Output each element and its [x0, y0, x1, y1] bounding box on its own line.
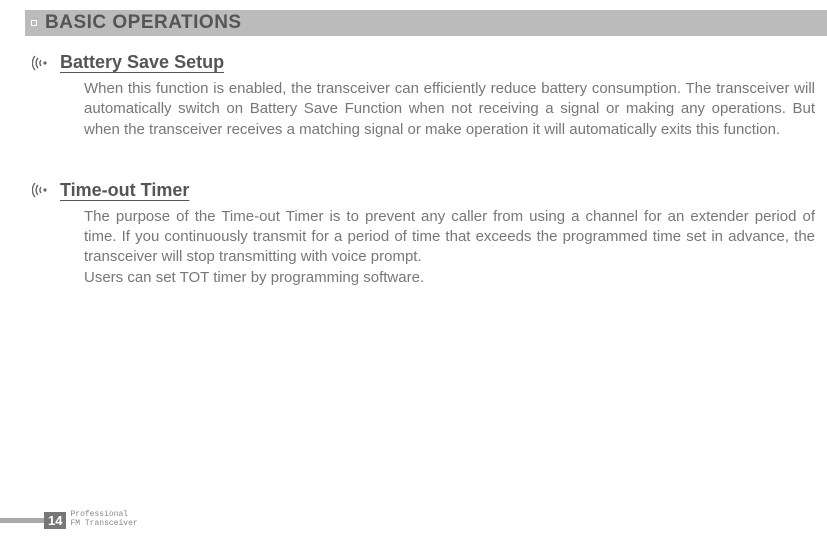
section-header: Time-out Timer	[58, 180, 815, 201]
section-body: When this function is enabled, the trans…	[84, 79, 815, 140]
section-battery-save: Battery Save Setup When this function is…	[58, 52, 815, 140]
section-body: The purpose of the Time-out Timer is to …	[84, 207, 815, 288]
section-title: Time-out Timer	[60, 180, 189, 201]
content-area: Battery Save Setup When this function is…	[58, 52, 815, 328]
footer-bar-icon	[0, 518, 44, 523]
header-bar: BASIC OPERATIONS	[25, 10, 827, 36]
header-bullet-icon	[31, 20, 37, 26]
radio-waves-icon	[32, 181, 54, 199]
section-header: Battery Save Setup	[58, 52, 815, 73]
section-title: Battery Save Setup	[60, 52, 224, 73]
footer-text: Professional FM Transceiver	[70, 511, 137, 529]
page-number: 14	[44, 512, 66, 529]
footer-line2: FM Transceiver	[70, 520, 137, 529]
radio-waves-icon	[32, 54, 54, 72]
section-timeout-timer: Time-out Timer The purpose of the Time-o…	[58, 180, 815, 288]
page-title: BASIC OPERATIONS	[45, 12, 242, 34]
footer: 14 Professional FM Transceiver	[0, 511, 138, 529]
